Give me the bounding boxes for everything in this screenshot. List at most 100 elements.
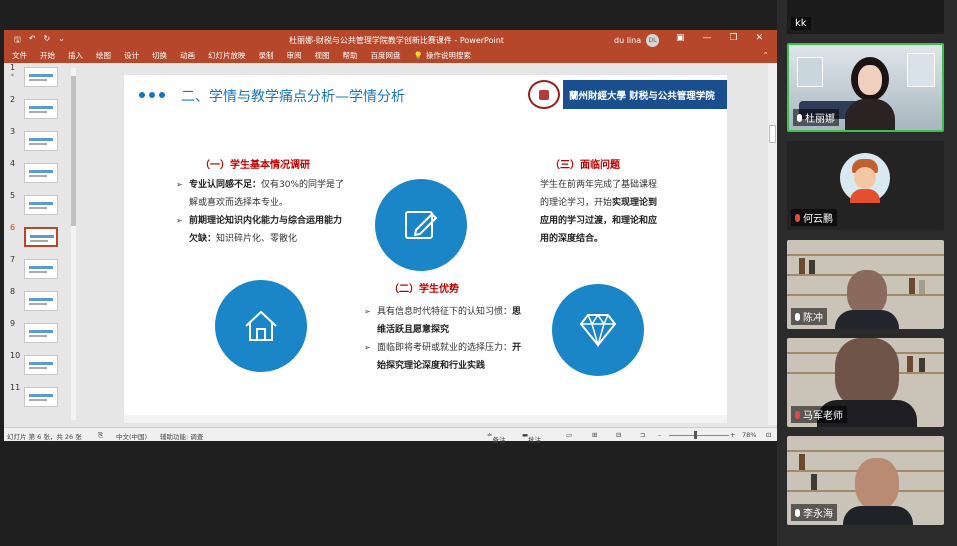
thumbnail-3[interactable]: 3 — [4, 127, 76, 153]
quick-access-toolbar: 🖫 ↶ ↻ ⌄ — [14, 34, 65, 48]
participant-tile-active[interactable]: 杜丽娜 — [787, 43, 944, 132]
reading-view-icon[interactable]: ⊟ — [616, 431, 621, 439]
thumbnail-image — [24, 227, 58, 247]
zoom-level[interactable]: 78% — [742, 431, 756, 439]
thumbnail-image — [24, 163, 58, 183]
thumbnail-7[interactable]: 7 — [4, 255, 76, 281]
section2-bullet2: 面临即将考研或就业的选择压力：开始探究理论深度和行业实践 — [364, 339, 524, 375]
status-bar: 幻灯片 第 6 张，共 26 张 ⎘ 中文(中国) 辅助功能: 调查 ≐ 备注 … — [4, 427, 777, 444]
section3-body: 学生在前两年完成了基础课程的理论学习，开始实现理论到应用的学习过渡，和理论和应用… — [540, 180, 658, 244]
slide-horizontal-scrollbar[interactable] — [124, 415, 727, 423]
participant-name: 何云鹏 — [791, 209, 837, 226]
user-name: du lina — [614, 36, 642, 45]
thumbnail-8[interactable]: 8 — [4, 287, 76, 313]
undo-icon[interactable]: ↶ — [29, 34, 36, 48]
tab-design[interactable]: 设计 — [124, 50, 139, 61]
tab-view[interactable]: 视图 — [315, 50, 330, 61]
edit-circle — [375, 179, 467, 271]
animation-star-icon: * — [11, 73, 14, 80]
participant-tile-3[interactable]: 何云鹏 — [787, 141, 944, 230]
account[interactable]: du lina DL — [614, 34, 660, 47]
participant-tile-5[interactable]: 马军老师 — [787, 338, 944, 427]
tell-me-label: 操作说明搜索 — [425, 51, 471, 60]
thumbnail-6[interactable]: 6 — [4, 223, 76, 249]
tab-help[interactable]: 帮助 — [343, 50, 358, 61]
spellcheck-icon[interactable]: ⎘ — [98, 431, 103, 440]
tab-animations[interactable]: 动画 — [180, 50, 195, 61]
thumbnail-number: 5 — [10, 191, 16, 200]
thumbnail-number: 6 — [10, 223, 16, 232]
participant-tile-kk[interactable]: kk — [787, 0, 944, 34]
diamond-circle — [552, 284, 644, 376]
meeting-shared-screen: 🖫 ↶ ↻ ⌄ 杜丽娜-财税与公共管理学院教学创新比赛课件 - PowerPoi… — [0, 0, 777, 546]
thumbnail-image — [24, 355, 58, 375]
close-icon[interactable]: ✕ — [756, 33, 764, 43]
slide-canvas[interactable]: 二、学情与教学痛点分析—学情分析 蘭州財經大學 财税与公共管理学院 （一）学生基… — [124, 75, 727, 415]
zoom-slider[interactable] — [669, 435, 729, 436]
powerpoint-window: 🖫 ↶ ↻ ⌄ 杜丽娜-财税与公共管理学院教学创新比赛课件 - PowerPoi… — [4, 30, 777, 444]
home-circle — [215, 280, 307, 372]
thumbnail-scrollbar[interactable] — [71, 68, 76, 420]
section1-bullet1: 专业认同感不足：仅有30%的同学是了解或喜欢而选择本专业。 — [176, 176, 348, 212]
thumbnail-image — [24, 195, 58, 215]
thumbnail-number: 7 — [10, 255, 16, 264]
edit-icon — [405, 211, 438, 239]
slideshow-icon[interactable]: ⊐ — [640, 431, 645, 439]
slide-info: 幻灯片 第 6 张，共 26 张 — [7, 433, 82, 441]
tab-insert[interactable]: 插入 — [68, 50, 83, 61]
participant-name: 李永海 — [791, 504, 837, 521]
section1-body: 专业认同感不足：仅有30%的同学是了解或喜欢而选择本专业。 前期理论知识内化能力… — [176, 176, 348, 248]
thumbnail-11[interactable]: 11 — [4, 383, 76, 409]
tab-transitions[interactable]: 切换 — [152, 50, 167, 61]
minimize-icon[interactable]: — — [703, 33, 712, 43]
thumbnail-10[interactable]: 10 — [4, 351, 76, 377]
zoom-out-icon[interactable]: – — [658, 431, 661, 439]
mic-on-icon — [797, 113, 802, 122]
tab-record[interactable]: 录制 — [259, 50, 274, 61]
comments-button[interactable]: ▬ 批注 — [522, 431, 541, 444]
ribbon-display-icon[interactable]: ▣ — [676, 33, 685, 43]
participant-tile-4[interactable]: 陈冲 — [787, 240, 944, 329]
mic-on-icon — [795, 312, 800, 321]
university-seal-icon — [528, 80, 560, 109]
redo-icon[interactable]: ↻ — [44, 34, 51, 48]
tab-file[interactable]: 文件 — [12, 50, 27, 61]
tab-review[interactable]: 审阅 — [287, 50, 302, 61]
thumbnail-image — [24, 323, 58, 343]
slide-vertical-scrollbar[interactable] — [768, 63, 777, 425]
save-icon[interactable]: 🖫 — [14, 34, 21, 48]
thumbnail-image — [24, 259, 58, 279]
notes-button[interactable]: ≐ 备注 — [487, 431, 505, 444]
tab-home[interactable]: 开始 — [40, 50, 55, 61]
scrollbar-thumb[interactable] — [769, 125, 776, 143]
normal-view-icon[interactable]: ▭ — [566, 431, 572, 439]
zoom-slider-thumb[interactable] — [694, 431, 697, 439]
fit-slide-icon[interactable]: ⊡ — [766, 431, 771, 439]
thumbnail-1[interactable]: 1 * — [4, 63, 76, 89]
collapse-ribbon-icon[interactable]: ⌃ — [762, 51, 769, 60]
thumbnail-2[interactable]: 2 — [4, 95, 76, 121]
customize-icon[interactable]: ⌄ — [58, 34, 65, 48]
thumbnail-4[interactable]: 4 — [4, 159, 76, 185]
tab-baidu-netdisk[interactable]: 百度网盘 — [371, 50, 401, 61]
section1-bullet2: 前期理论知识内化能力与综合运用能力欠缺：知识碎片化、零散化 — [176, 212, 348, 248]
university-logo: 蘭州財經大學 财税与公共管理学院 — [528, 80, 727, 109]
language[interactable]: 中文(中国) — [116, 431, 147, 441]
thumbnail-image — [24, 67, 58, 87]
accessibility-status[interactable]: 辅助功能: 调查 — [160, 431, 203, 441]
section2-body: 具有信息时代特征下的认知习惯：思维活跃且愿意探究 面临即将考研或就业的选择压力：… — [364, 303, 524, 375]
logo-text: 蘭州財經大學 财税与公共管理学院 — [563, 80, 727, 109]
scrollbar-thumb[interactable] — [71, 76, 76, 226]
thumbnail-5[interactable]: 5 — [4, 191, 76, 217]
zoom-in-icon[interactable]: + — [730, 431, 735, 439]
slide-sorter-icon[interactable]: ⊞ — [592, 431, 597, 439]
tell-me-search[interactable]: 💡 操作说明搜索 — [414, 50, 471, 61]
thumbnail-9[interactable]: 9 — [4, 319, 76, 345]
participant-tile-6[interactable]: 李永海 — [787, 436, 944, 525]
restore-icon[interactable]: ❐ — [730, 33, 738, 43]
tab-slideshow[interactable]: 幻灯片放映 — [208, 50, 246, 61]
tab-draw[interactable]: 绘图 — [96, 50, 111, 61]
mic-muted-icon — [795, 213, 800, 222]
thumbnail-number: 1 — [10, 63, 16, 72]
home-icon — [245, 310, 277, 341]
